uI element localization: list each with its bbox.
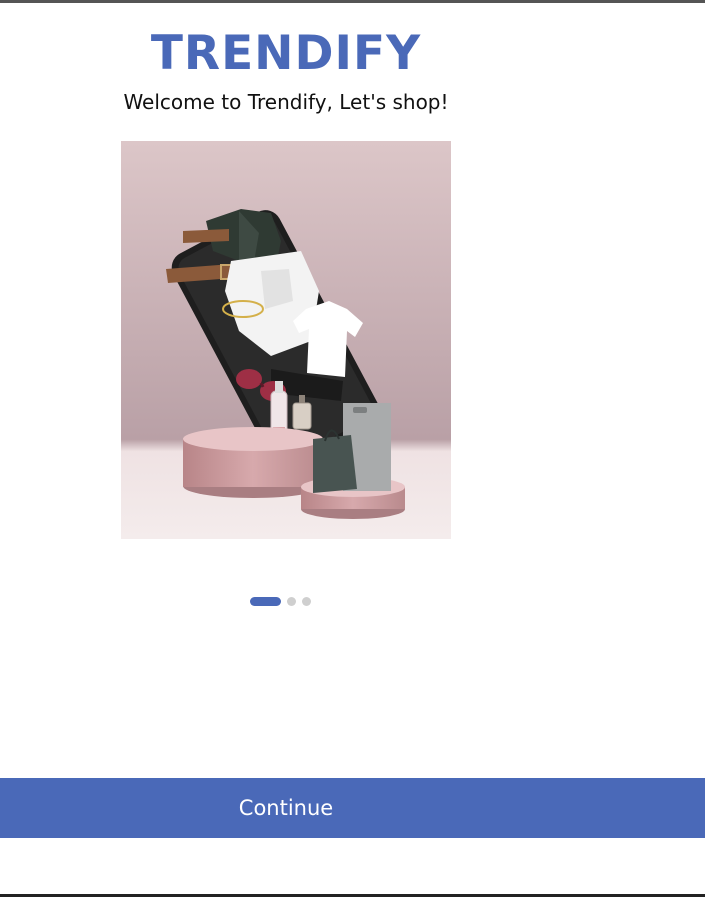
- top-border: [0, 0, 705, 3]
- continue-button[interactable]: Continue: [0, 778, 705, 838]
- page-dot[interactable]: [287, 596, 296, 606]
- welcome-text: Welcome to Trendify, Let's shop!: [123, 90, 449, 114]
- brand-title: TRENDIFY: [150, 26, 422, 81]
- page-dot[interactable]: [302, 596, 311, 606]
- page-indicator: [250, 596, 311, 606]
- page-dot-active[interactable]: [250, 596, 281, 606]
- shopping-phone-illustration: [121, 141, 451, 539]
- hero-image: [121, 141, 451, 539]
- continue-label: Continue: [238, 796, 334, 820]
